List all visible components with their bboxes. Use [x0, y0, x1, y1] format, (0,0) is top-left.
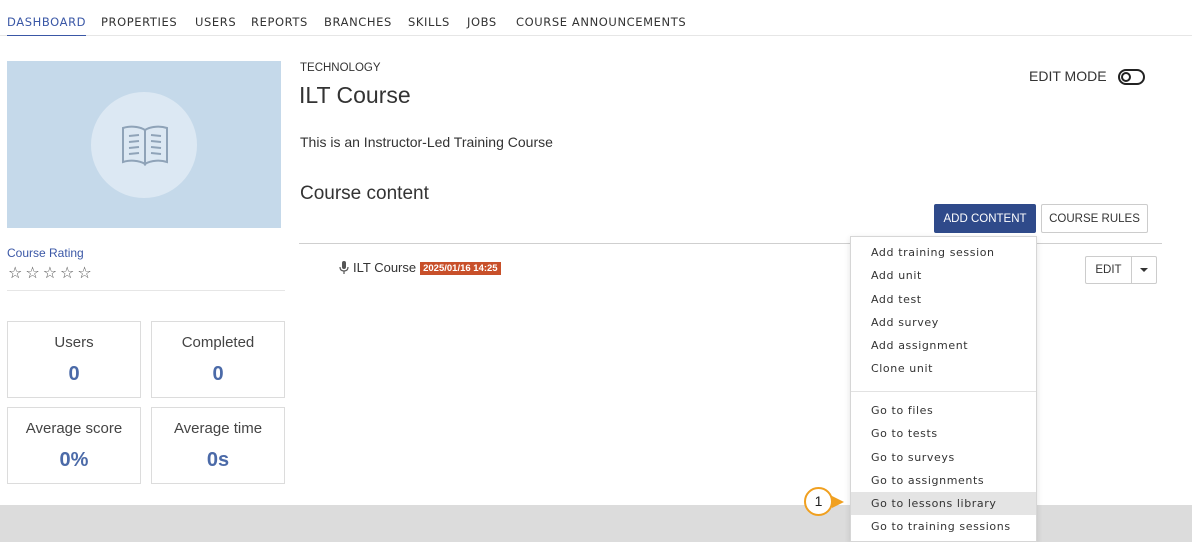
- menu-item-add-test[interactable]: Add test: [851, 288, 1036, 311]
- stat-value: 0: [68, 363, 80, 385]
- course-title: ILT Course: [299, 82, 411, 108]
- top-navigation: DASHBOARD PROPERTIES USERS REPORTS BRANC…: [0, 0, 1192, 36]
- course-category: TECHNOLOGY: [300, 62, 381, 74]
- menu-item-go-to-tests[interactable]: Go to tests: [851, 422, 1036, 445]
- menu-item-add-unit[interactable]: Add unit: [851, 264, 1036, 287]
- stat-label: Average score: [25, 420, 123, 437]
- course-thumbnail: [7, 61, 281, 228]
- course-content-title: Course content: [300, 183, 429, 204]
- tab-users[interactable]: USERS: [195, 15, 236, 29]
- divider: [7, 290, 285, 291]
- course-description: This is an Instructor-Led Training Cours…: [300, 134, 553, 150]
- add-content-button[interactable]: ADD CONTENT: [934, 204, 1036, 233]
- stat-average-score: Average score 0%: [7, 407, 141, 484]
- tab-reports[interactable]: REPORTS: [251, 15, 308, 29]
- menu-item-go-to-files[interactable]: Go to files: [851, 399, 1036, 422]
- star-rating[interactable]: ☆☆☆☆☆: [8, 263, 95, 283]
- book-icon: [122, 125, 168, 166]
- stat-value: 0%: [59, 449, 89, 471]
- step-marker-pointer: [832, 496, 844, 508]
- menu-item-go-to-training-sessions[interactable]: Go to training sessions: [851, 515, 1036, 538]
- tab-branches[interactable]: BRANCHES: [324, 15, 392, 29]
- tab-dashboard[interactable]: DASHBOARD: [7, 15, 87, 36]
- unit-row[interactable]: ILT Course 2025/01/16 14:25: [339, 260, 501, 275]
- stat-completed: Completed 0: [151, 321, 285, 398]
- microphone-icon: [339, 261, 349, 274]
- star-icon[interactable]: ☆: [25, 263, 42, 283]
- unit-name[interactable]: ILT Course: [353, 260, 416, 275]
- star-icon[interactable]: ☆: [77, 263, 94, 283]
- tab-jobs[interactable]: JOBS: [467, 15, 497, 29]
- stat-value: 0s: [206, 449, 230, 471]
- tab-properties[interactable]: PROPERTIES: [101, 15, 177, 29]
- stat-label: Completed: [181, 334, 255, 351]
- stat-average-time: Average time 0s: [151, 407, 285, 484]
- tab-course-announcements[interactable]: COURSE ANNOUNCEMENTS: [516, 15, 686, 29]
- star-icon[interactable]: ☆: [43, 263, 60, 283]
- menu-item-add-assignment[interactable]: Add assignment: [851, 334, 1036, 357]
- thumbnail-circle: [91, 92, 197, 198]
- menu-item-clone-unit[interactable]: Clone unit: [851, 357, 1036, 380]
- menu-item-go-to-lessons-library[interactable]: Go to lessons library: [851, 492, 1036, 515]
- menu-item-go-to-surveys[interactable]: Go to surveys: [851, 446, 1036, 469]
- edit-mode-label: EDIT MODE: [1029, 68, 1107, 84]
- step-marker: 1: [804, 487, 833, 516]
- menu-item-add-survey[interactable]: Add survey: [851, 311, 1036, 334]
- stat-label: Average time: [173, 420, 263, 437]
- tab-skills[interactable]: SKILLS: [408, 15, 450, 29]
- stat-value: 0: [212, 363, 224, 385]
- add-content-dropdown: Add training session Add unit Add test A…: [850, 236, 1037, 542]
- course-rules-button[interactable]: COURSE RULES: [1041, 204, 1148, 233]
- course-rating-label: Course Rating: [7, 246, 84, 260]
- menu-item-go-to-assignments[interactable]: Go to assignments: [851, 469, 1036, 492]
- star-icon[interactable]: ☆: [60, 263, 77, 283]
- stat-label: Users: [54, 334, 94, 351]
- edit-mode-toggle[interactable]: [1118, 69, 1145, 85]
- menu-separator: [851, 391, 1036, 392]
- menu-item-add-training-session[interactable]: Add training session: [851, 241, 1036, 264]
- chevron-down-icon[interactable]: [1132, 257, 1156, 283]
- star-icon[interactable]: ☆: [8, 263, 25, 283]
- unit-edit-button-group: EDIT: [1085, 256, 1157, 284]
- stat-users: Users 0: [7, 321, 141, 398]
- unit-date-badge: 2025/01/16 14:25: [420, 262, 501, 275]
- unit-edit-button[interactable]: EDIT: [1086, 257, 1132, 283]
